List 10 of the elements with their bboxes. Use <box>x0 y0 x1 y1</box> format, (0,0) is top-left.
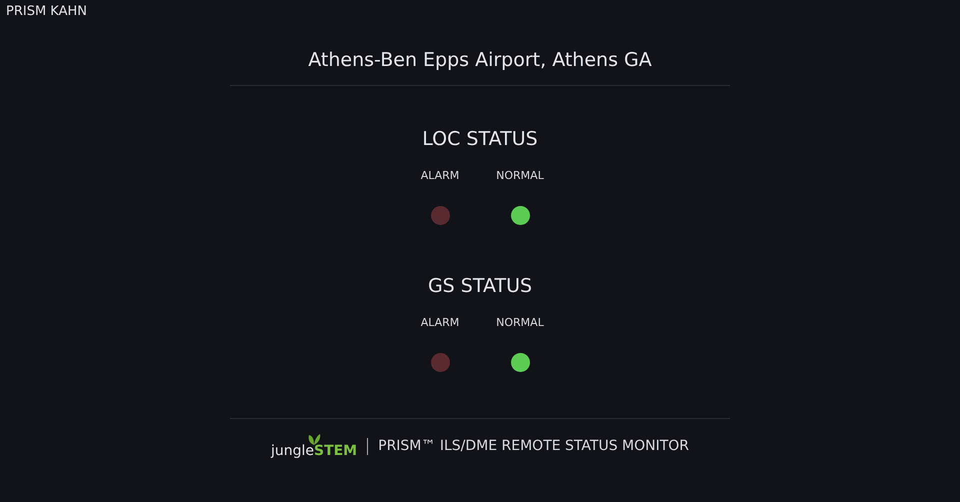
app-name: PRISM KAHN <box>6 4 87 19</box>
indicator-label: ALARM <box>420 316 460 329</box>
footer-caption: PRISM™ ILS/DME REMOTE STATUS MONITOR <box>378 438 690 454</box>
junglestem-logo: jungleSTEM <box>270 433 358 460</box>
indicator-label: NORMAL <box>496 316 544 329</box>
indicator-label: NORMAL <box>496 169 544 182</box>
indicator-label: ALARM <box>420 169 460 182</box>
airport-title: Athens-Ben Epps Airport, Athens GA <box>308 49 652 71</box>
section-heading: GS STATUS <box>428 275 532 297</box>
section-heading: LOC STATUS <box>422 128 538 150</box>
